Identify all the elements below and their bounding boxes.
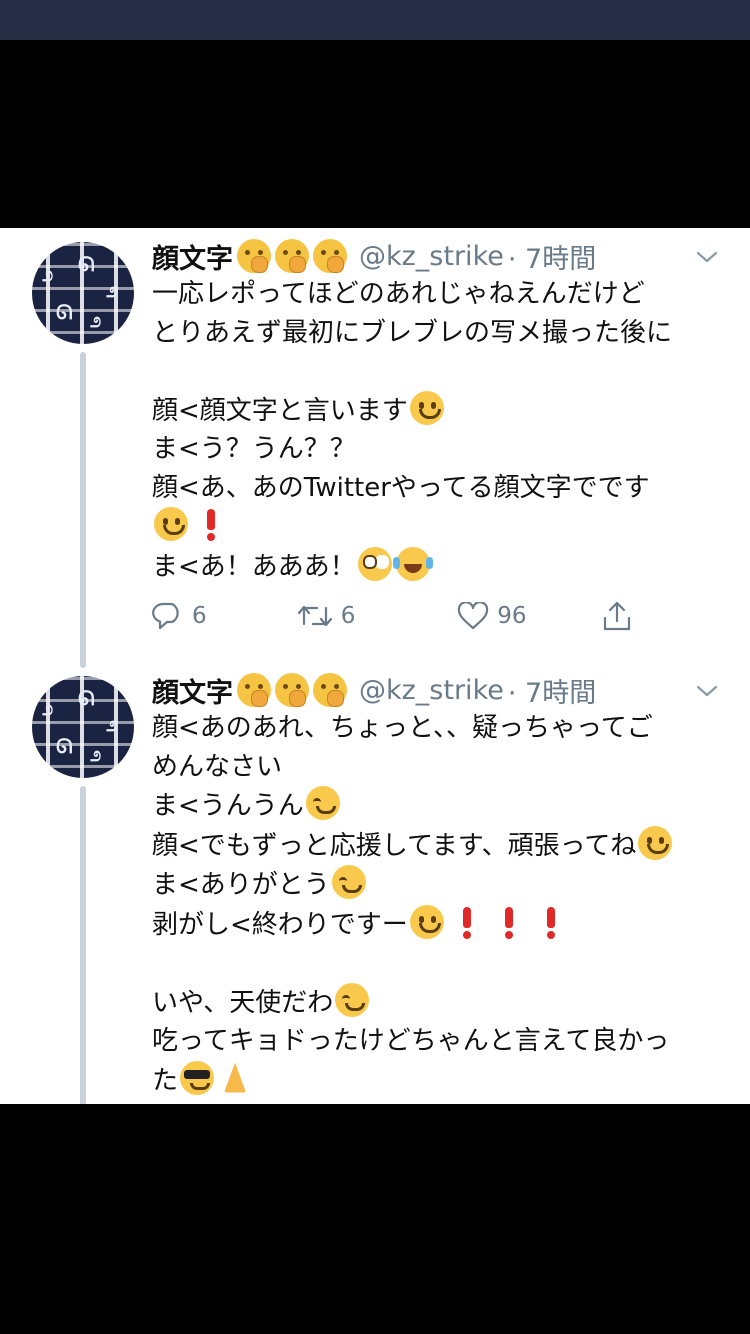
slightly-smiling-face-icon <box>638 825 673 860</box>
smiling-face-icon <box>305 786 340 820</box>
tweet-line: ま<ありがとう <box>152 870 330 900</box>
exclamation-icon <box>542 905 560 939</box>
folded-hands-icon <box>218 1061 252 1095</box>
tears-of-joy-icon <box>392 546 430 581</box>
exclamation-icon <box>202 507 220 541</box>
tweet-header: 顔文字 @kz_strike · 7時間 <box>152 236 596 276</box>
retweet-button[interactable]: 6 <box>297 602 457 630</box>
exclamation-icon <box>500 905 518 939</box>
tweet-thread: ೨ ᘏ ೨ ᘏ ೨ 顔文字 @kz_strike · 7時間 一応レポってほどの… <box>0 228 750 1104</box>
tweet-line: ま<うんうん <box>152 791 304 821</box>
avatar[interactable]: ೨ ᘏ ೨ ᘏ ೨ <box>32 676 134 778</box>
tweet-line: 顔<顔文字と言います <box>152 395 408 426</box>
status-bar <box>0 0 750 40</box>
display-name[interactable]: 顔文字 <box>152 671 233 710</box>
handle[interactable]: @kz_strike <box>359 675 504 706</box>
like-count: 96 <box>497 603 527 629</box>
smiling-face-icon <box>331 865 366 899</box>
like-button[interactable]: 96 <box>457 602 602 630</box>
tweet-line: た <box>152 1065 179 1096</box>
tweet-line: とりあえず最初にブレブレの写メ撮った後に <box>152 317 673 348</box>
tweet-line: ま<う？うん？？ <box>152 434 356 464</box>
thread-connector-line <box>80 786 86 1104</box>
retweet-icon <box>297 605 332 627</box>
tweet-line: 一応レポってほどのあれじゃねえんだけど <box>152 279 645 309</box>
face-with-hand-over-mouth-icon <box>237 239 271 273</box>
display-name[interactable]: 顔文字 <box>152 237 233 276</box>
timestamp[interactable]: · 7時間 <box>508 671 596 710</box>
face-with-hand-over-mouth-icon <box>313 239 347 273</box>
reply-count: 6 <box>192 603 207 629</box>
heart-icon <box>458 602 489 630</box>
face-with-hand-over-mouth-icon <box>237 673 271 707</box>
flushed-face-icon <box>357 546 392 581</box>
tweet-line: めんなさい <box>152 751 283 782</box>
name-emoji-group <box>237 673 347 707</box>
tweet-actions: 6 6 96 <box>152 596 632 636</box>
slightly-smiling-face-icon <box>409 390 444 425</box>
share-button[interactable] <box>602 600 632 632</box>
face-with-hand-over-mouth-icon <box>275 673 309 707</box>
name-emoji-group <box>237 239 347 273</box>
handle[interactable]: @kz_strike <box>359 241 504 272</box>
tweet-line: 顔<あ、あのTwitterやってる顔文字でです <box>152 472 650 503</box>
letterbox-top <box>0 40 750 228</box>
slightly-smiling-face-icon <box>409 904 444 939</box>
exclamation-icon <box>458 905 476 939</box>
reply-icon <box>152 602 179 630</box>
tweet-header: 顔文字 @kz_strike · 7時間 <box>152 670 596 710</box>
tweet-line: 顔<でもずっと応援してます、頑張ってね <box>152 830 637 861</box>
chevron-down-icon[interactable] <box>696 680 718 702</box>
avatar[interactable]: ೨ ᘏ ೨ ᘏ ೨ <box>32 242 134 344</box>
tweet-line: ま<あ！あああ！ <box>152 551 356 582</box>
letterbox-bottom <box>0 1104 750 1334</box>
thread-connector-line <box>80 352 86 668</box>
face-with-hand-over-mouth-icon <box>313 673 347 707</box>
chevron-down-icon[interactable] <box>696 246 718 268</box>
tweet-body: 一応レポってほどのあれじゃねえんだけど とりあえず最初にブレブレの写メ撮った後に… <box>152 275 732 586</box>
timestamp[interactable]: · 7時間 <box>508 237 596 276</box>
tweet-line: 剥がし<終わりですー <box>152 909 408 940</box>
retweet-count: 6 <box>340 603 356 629</box>
tweet-line: いや、天使だわ <box>152 987 334 1018</box>
tweet-line: 吃ってキョドったけどちゃんと言えて良かっ <box>152 1026 670 1056</box>
slightly-smiling-face-icon <box>154 507 188 541</box>
face-with-hand-over-mouth-icon <box>275 239 309 273</box>
tweet-body: 顔<あのあれ、ちょっと、、疑っちゃってご めんなさい ま<うんうん 顔<でもずっ… <box>152 709 732 1100</box>
reply-button[interactable]: 6 <box>152 601 297 631</box>
sunglasses-face-icon <box>180 1060 215 1095</box>
smiling-face-icon <box>335 982 370 1017</box>
share-icon <box>603 601 631 631</box>
tweet-line: 顔<あのあれ、ちょっと、、疑っちゃってご <box>152 713 653 743</box>
